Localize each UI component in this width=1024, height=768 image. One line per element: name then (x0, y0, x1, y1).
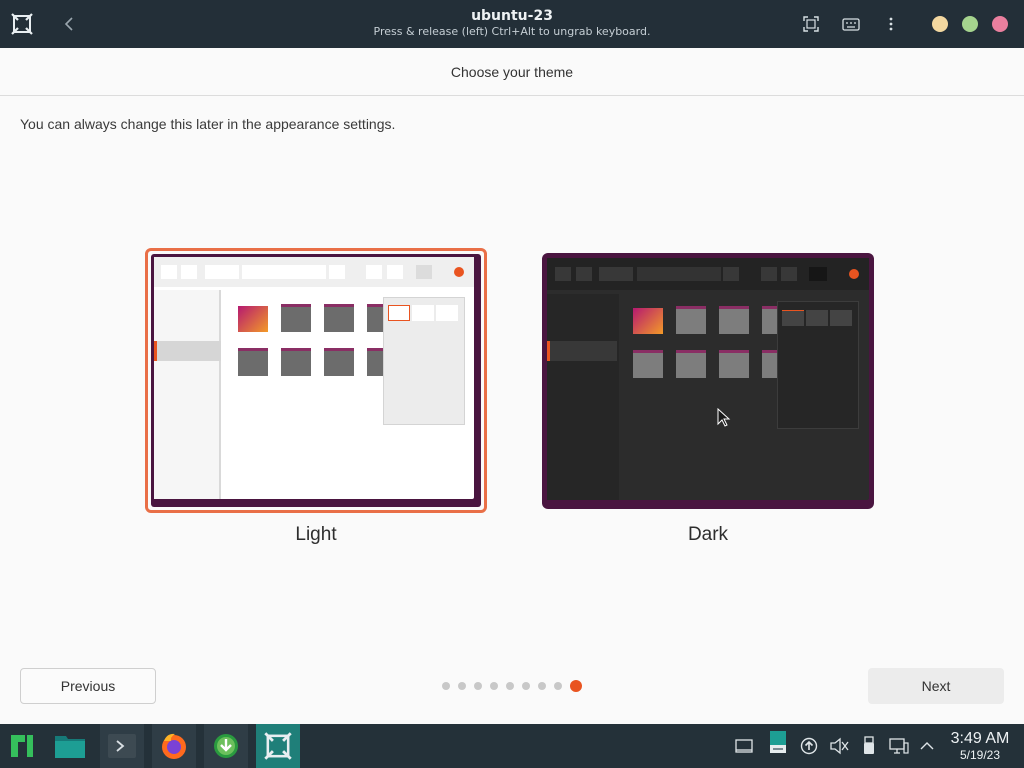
theme-card-dark[interactable] (542, 253, 874, 509)
mock-tab (242, 265, 326, 279)
theme-card-light[interactable] (145, 248, 487, 513)
terminal-icon[interactable] (100, 724, 144, 768)
mute-icon[interactable] (828, 734, 850, 758)
page-dot (490, 682, 498, 690)
mouse-cursor-icon (717, 408, 731, 427)
page-dot (538, 682, 546, 690)
vm-subtitle: Press & release (left) Ctrl+Alt to ungra… (373, 25, 651, 38)
download-manager-icon[interactable] (204, 724, 248, 768)
mock-tab (781, 267, 797, 281)
dark-sidebar-selected (547, 341, 617, 361)
mock-folder (676, 350, 706, 378)
mock-tab (329, 265, 345, 279)
mock-popover-item (782, 310, 804, 326)
theme-label-light[interactable]: Light (145, 524, 487, 546)
previous-button[interactable]: Previous (20, 668, 156, 704)
mock-popover-item (830, 310, 852, 326)
mock-folder (324, 348, 354, 376)
vm-window-titlebar: ubuntu-23 Press & release (left) Ctrl+Al… (0, 0, 1024, 48)
clock-time: 3:49 AM (950, 730, 1010, 747)
page-dot (458, 682, 466, 690)
mock-tab (637, 267, 721, 281)
mock-popover-item (806, 310, 828, 326)
page-title: Choose your theme (0, 48, 1024, 96)
dark-desktop-mock (547, 258, 869, 500)
vm-title-block: ubuntu-23 Press & release (left) Ctrl+Al… (312, 7, 712, 39)
clipboard-icon[interactable] (767, 730, 789, 754)
close-dot[interactable] (992, 16, 1008, 32)
manjaro-menu-icon[interactable] (0, 724, 44, 768)
page-dot (442, 682, 450, 690)
mock-folder (633, 350, 663, 378)
usb-icon[interactable] (858, 734, 880, 758)
mock-popover-item (388, 305, 410, 321)
vm-manager-icon[interactable] (256, 724, 300, 768)
light-sidebar-selected (154, 341, 221, 361)
maximize-dot[interactable] (962, 16, 978, 32)
keyboard-icon[interactable] (841, 14, 861, 34)
clock[interactable]: 3:49 AM 5/19/23 (944, 730, 1016, 762)
mock-folder (238, 348, 268, 376)
update-icon[interactable] (798, 734, 820, 758)
mock-tab (576, 267, 592, 281)
mock-popover-item (436, 305, 458, 321)
file-manager-icon[interactable] (48, 724, 92, 768)
mock-folder-accent (633, 308, 663, 334)
network-icon[interactable] (888, 734, 910, 758)
mock-folder (281, 304, 311, 332)
firefox-icon[interactable] (152, 724, 196, 768)
fullscreen-icon[interactable] (801, 14, 821, 34)
mock-close-dot (454, 267, 464, 277)
mock-tab (555, 267, 571, 281)
light-sidebar-mock (154, 290, 221, 499)
light-desktop-mock (154, 257, 474, 499)
back-icon[interactable] (58, 12, 80, 36)
next-button[interactable]: Next (868, 668, 1004, 704)
page-hint: You can always change this later in the … (20, 116, 396, 132)
mock-popover-item (412, 305, 434, 321)
mock-tab (761, 267, 777, 281)
mock-tab (723, 267, 739, 281)
mock-folder (324, 304, 354, 332)
mock-tab (161, 265, 177, 279)
menu-icon[interactable] (881, 14, 901, 34)
page-dot (506, 682, 514, 690)
app-icon[interactable] (11, 13, 33, 35)
expand-tray-icon[interactable] (916, 734, 938, 758)
mock-tab (366, 265, 382, 279)
mock-tab (416, 265, 432, 279)
clock-date: 5/19/23 (959, 748, 1001, 762)
mock-folder (676, 306, 706, 334)
page-dot (522, 682, 530, 690)
vm-title: ubuntu-23 (471, 8, 553, 24)
light-preview (151, 254, 481, 507)
mock-tab (205, 265, 239, 279)
mock-folder-accent (238, 306, 268, 332)
host-taskbar: 3:49 AM 5/19/23 (0, 724, 1024, 768)
mock-folder (719, 350, 749, 378)
theme-label-dark[interactable]: Dark (542, 524, 874, 546)
page-dot (474, 682, 482, 690)
show-desktop-icon[interactable] (733, 734, 755, 758)
mock-folder (719, 306, 749, 334)
mock-folder (281, 348, 311, 376)
mock-tab (599, 267, 633, 281)
dark-sidebar-mock (547, 294, 619, 500)
mock-tab (181, 265, 197, 279)
mock-tab (809, 267, 827, 281)
page-dot-current (570, 680, 582, 692)
installer-page: Choose your theme You can always change … (0, 48, 1024, 724)
mock-close-dot (849, 269, 859, 279)
minimize-dot[interactable] (932, 16, 948, 32)
page-dot (554, 682, 562, 690)
mock-tab (387, 265, 403, 279)
